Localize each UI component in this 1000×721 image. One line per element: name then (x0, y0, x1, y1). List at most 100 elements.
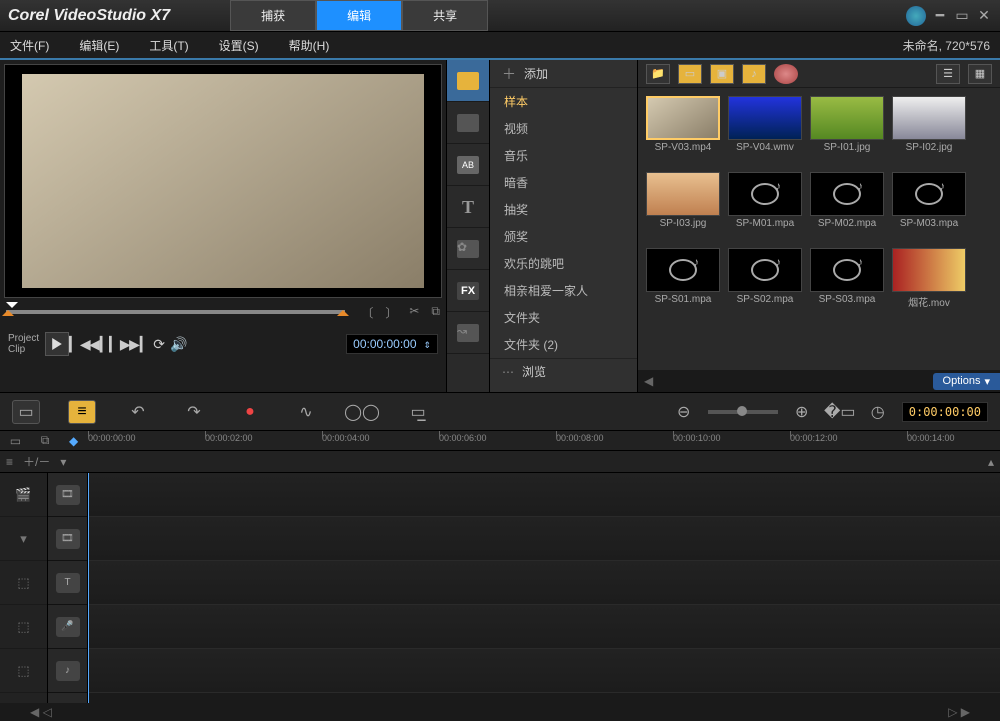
thumbnail[interactable]: 烟花.mov (892, 248, 966, 318)
folder-item[interactable]: 暗香 (490, 169, 637, 196)
browse-button[interactable]: ⋯ 浏览 (490, 358, 637, 384)
repeat-button[interactable]: ⟳ (149, 336, 169, 353)
video-track-header[interactable]: 🎞 (48, 473, 87, 517)
playhead[interactable] (88, 473, 89, 703)
timeline-mode-button[interactable]: ≡ (68, 400, 96, 424)
scroll-up-icon[interactable]: ▴ (988, 455, 994, 469)
zoom-out-button[interactable]: ⊖ (670, 400, 698, 424)
lib-tab-path[interactable]: ↝ (447, 312, 489, 354)
preview-viewport[interactable] (4, 64, 442, 298)
overlay-track-header[interactable]: 🎞 (48, 517, 87, 561)
project-clip-toggle[interactable]: Project Clip (8, 333, 39, 355)
thumbnail[interactable]: SP-S01.mpa (646, 248, 720, 318)
track-menu-1[interactable]: ≡ (6, 455, 13, 469)
lib-tab-transition[interactable]: AB (447, 144, 489, 186)
video-track[interactable] (88, 473, 1000, 517)
clock-icon[interactable]: ◷ (864, 400, 892, 424)
folder-item[interactable]: 相亲相爱一家人 (490, 277, 637, 304)
thumbnail[interactable]: SP-I03.jpg (646, 172, 720, 242)
options-button[interactable]: Options▾ (933, 373, 1000, 390)
tab-edit[interactable]: 编辑 (316, 0, 402, 31)
menu-edit[interactable]: 编辑(E) (79, 37, 119, 54)
add-folder-button[interactable]: ＋ 添加 (490, 60, 637, 88)
timeline-scroll-right[interactable]: ▷ ▶ (948, 705, 970, 719)
music-track-header[interactable]: ♪ (48, 649, 87, 693)
audio-mixer-button[interactable]: ∿ (292, 400, 320, 424)
ruler-mode-2[interactable]: ⧉ (41, 433, 50, 448)
expand-icon[interactable]: ⧉ (431, 304, 440, 321)
subtitle-button[interactable]: ▭̲ (404, 400, 432, 424)
record-button[interactable]: ● (236, 400, 264, 424)
thumbnail[interactable]: SP-V04.wmv (728, 96, 802, 166)
track-toggle-video[interactable]: 🎬 (0, 473, 47, 517)
import-button[interactable]: 📁 (646, 64, 670, 84)
folder-item[interactable]: 音乐 (490, 142, 637, 169)
timeline-timecode[interactable]: 0:00:00:00 (902, 402, 988, 422)
folder-item[interactable]: 欢乐的跳吧 (490, 250, 637, 277)
thumbnail[interactable]: SP-M03.mpa (892, 172, 966, 242)
storyboard-mode-button[interactable]: ▭ (12, 400, 40, 424)
thumbnail[interactable]: SP-I01.jpg (810, 96, 884, 166)
mark-out-icon[interactable]: 〕 (385, 304, 397, 321)
fit-project-button[interactable]: �▭ (826, 400, 854, 424)
filter-photo-button[interactable]: ▣ (710, 64, 734, 84)
menu-tools[interactable]: 工具(T) (149, 37, 188, 54)
track-toggle-voice[interactable]: ⬚ (0, 605, 47, 649)
folder-item[interactable]: 抽奖 (490, 196, 637, 223)
thumbnail[interactable]: SP-S03.mpa (810, 248, 884, 318)
gear-icon[interactable] (774, 64, 798, 84)
folder-item[interactable]: 文件夹 (490, 304, 637, 331)
chapter-button[interactable]: ◯◯ (348, 400, 376, 424)
scroll-left-icon[interactable]: ◀ (644, 374, 653, 388)
overlay-track[interactable] (88, 517, 1000, 561)
lib-tab-graphic[interactable]: ✿ (447, 228, 489, 270)
zoom-slider[interactable] (708, 410, 778, 414)
folder-item[interactable]: 视频 (490, 115, 637, 142)
folder-item[interactable]: 文件夹 (2) (490, 331, 637, 358)
track-menu-add[interactable]: ＋/－ (23, 453, 50, 470)
track-toggle-music[interactable]: ⬚ (0, 649, 47, 693)
folder-item[interactable]: 样本 (490, 88, 637, 115)
lib-tab-media[interactable] (447, 60, 489, 102)
ruler-mode-1[interactable]: ▭ (10, 434, 21, 448)
close-button[interactable]: ✕ (976, 8, 992, 24)
mark-in-icon[interactable]: 〔 (361, 304, 373, 321)
play-button[interactable] (45, 332, 69, 356)
go-start-button[interactable]: ▎◀ (69, 336, 89, 353)
undo-button[interactable]: ↶ (124, 400, 152, 424)
next-frame-button[interactable]: ▎▶ (109, 336, 129, 353)
voice-track-header[interactable]: 🎤 (48, 605, 87, 649)
view-thumb-button[interactable]: ▦ (968, 64, 992, 84)
title-track[interactable] (88, 561, 1000, 605)
track-toggle-overlay[interactable]: ▾ (0, 517, 47, 561)
tab-capture[interactable]: 捕获 (230, 0, 316, 31)
lib-tab-filter[interactable]: FX (447, 270, 489, 312)
go-end-button[interactable]: ▶▎ (129, 336, 149, 353)
voice-track[interactable] (88, 605, 1000, 649)
preview-timecode[interactable]: 00:00:00:00 ⇕ (346, 334, 438, 354)
lib-tab-title[interactable]: T (447, 186, 489, 228)
prev-frame-button[interactable]: ◀▎ (89, 336, 109, 353)
globe-icon[interactable] (906, 6, 926, 26)
track-toggle-title[interactable]: ⬚ (0, 561, 47, 605)
maximize-button[interactable]: ▭ (954, 8, 970, 24)
filter-video-button[interactable]: ▭ (678, 64, 702, 84)
filter-audio-button[interactable]: ♪ (742, 64, 766, 84)
menu-file[interactable]: 文件(F) (10, 37, 49, 54)
thumbnail[interactable]: SP-V03.mp4 (646, 96, 720, 166)
cut-icon[interactable]: ✂ (409, 304, 419, 321)
thumbnail[interactable]: SP-M01.mpa (728, 172, 802, 242)
title-track-header[interactable]: T (48, 561, 87, 605)
lib-tab-instant[interactable] (447, 102, 489, 144)
view-list-button[interactable]: ☰ (936, 64, 960, 84)
thumbnail[interactable]: SP-I02.jpg (892, 96, 966, 166)
thumbnail[interactable]: SP-M02.mpa (810, 172, 884, 242)
tab-share[interactable]: 共享 (402, 0, 488, 31)
music-track[interactable] (88, 649, 1000, 693)
menu-help[interactable]: 帮助(H) (289, 37, 330, 54)
folder-item[interactable]: 颁奖 (490, 223, 637, 250)
menu-settings[interactable]: 设置(S) (219, 37, 259, 54)
volume-button[interactable]: 🔊 (169, 336, 189, 353)
ruler-marker-icon[interactable]: ◆ (69, 434, 78, 448)
minimize-button[interactable]: ━ (932, 8, 948, 24)
